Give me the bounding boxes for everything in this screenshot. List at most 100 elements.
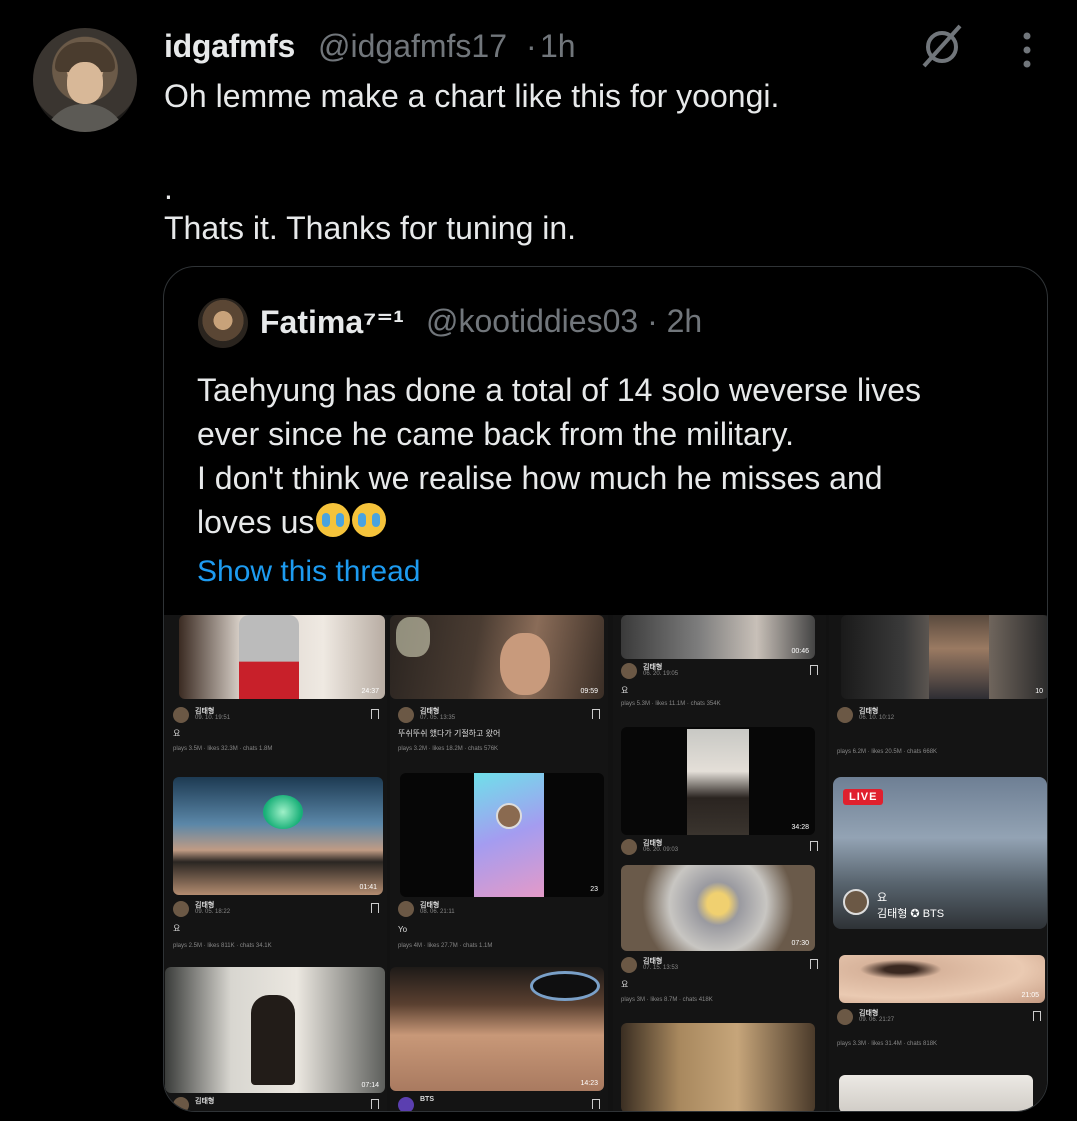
live-thumbnail: LIVE 요 김태형 ✪ BTS bbox=[833, 777, 1047, 929]
duration-label: 24:37 bbox=[361, 688, 379, 695]
live-tile[interactable]: 24:37 김태형 09. 10. 19:51 요 plays 3.5M · l… bbox=[165, 615, 387, 765]
media-column: 24:37 김태형 09. 10. 19:51 요 plays 3.5M · l… bbox=[165, 615, 387, 1111]
author-name[interactable]: idgafmfs bbox=[164, 28, 295, 65]
live-meta: 김태형 06. 10. 10:12 bbox=[837, 707, 1041, 725]
avatar bbox=[173, 707, 189, 723]
tweet-text-line: Oh lemme make a chart like this for yoon… bbox=[164, 78, 780, 114]
avatar-face bbox=[67, 62, 103, 104]
quoted-media-image[interactable]: 24:37 김태형 09. 10. 19:51 요 plays 3.5M · l… bbox=[164, 615, 1047, 1111]
live-tile[interactable] bbox=[829, 1073, 1047, 1111]
live-meta: 김태형 08. 06. 21:11 bbox=[398, 901, 600, 919]
live-meta: 김태형 06. 20. 09:03 bbox=[621, 839, 818, 857]
live-date: 08. 06. 21:11 bbox=[420, 909, 455, 915]
live-stats: plays 6.2M · likes 20.5M · chats 668K bbox=[837, 749, 938, 755]
author-avatar[interactable] bbox=[33, 28, 137, 132]
live-tile[interactable]: 14:23 BTS bbox=[390, 967, 608, 1111]
duration-label: 09:59 bbox=[580, 688, 598, 695]
live-date: 09. 05. 18:22 bbox=[195, 909, 231, 915]
live-tile[interactable]: 34:28 김태형 06. 20. 09:03 bbox=[613, 725, 826, 861]
bookmark-icon[interactable] bbox=[810, 959, 818, 969]
avatar bbox=[837, 707, 853, 723]
bookmark-icon[interactable] bbox=[1033, 1011, 1041, 1021]
live-tile[interactable]: 07:14 김태형 bbox=[165, 967, 387, 1111]
live-meta: 김태형 06. 20. 19:05 bbox=[621, 663, 818, 681]
bookmark-icon[interactable] bbox=[810, 841, 818, 851]
live-caption: 요 bbox=[621, 686, 629, 695]
live-meta: 김태형 09. 10. 19:51 bbox=[173, 707, 379, 725]
avatar bbox=[621, 957, 637, 973]
bookmark-icon[interactable] bbox=[592, 1099, 600, 1109]
quoted-text-line: loves us bbox=[197, 500, 387, 544]
show-thread-link[interactable]: Show this thread bbox=[197, 555, 420, 589]
live-thumbnail: 09:59 bbox=[390, 615, 604, 699]
tweet-time[interactable]: 1h bbox=[540, 28, 576, 65]
avatar bbox=[621, 839, 637, 855]
quoted-author-handle[interactable]: @kootiddies03 · 2h bbox=[426, 303, 702, 340]
duration-label: 14:23 bbox=[580, 1080, 598, 1087]
live-date: 06. 20. 09:03 bbox=[643, 847, 679, 853]
quoted-author-avatar[interactable] bbox=[198, 298, 248, 348]
live-tile[interactable]: 00:46 김태형 06. 20. 19:05 요 plays 5.3M · l… bbox=[613, 615, 826, 719]
bookmark-icon[interactable] bbox=[371, 903, 379, 913]
live-tile[interactable]: 09:59 김태형 07. 05. 13:35 뚜쉬뚜쉬 했다가 기절하고 왔어… bbox=[390, 615, 608, 765]
live-stats: plays 3.2M · likes 18.2M · chats 576K bbox=[398, 746, 499, 752]
more-icon[interactable] bbox=[1010, 28, 1044, 72]
bookmark-icon[interactable] bbox=[810, 665, 818, 675]
grok-icon[interactable] bbox=[918, 22, 966, 70]
live-tile[interactable]: 01:41 김태형 09. 05. 18:22 요 plays 2.5M · l… bbox=[165, 773, 387, 963]
live-tile[interactable]: 10 김태형 06. 10. 10:12 plays 6.2M · likes … bbox=[829, 615, 1047, 765]
live-stats: plays 5.3M · likes 11.1M · chats 354K bbox=[621, 701, 721, 707]
quoted-tweet[interactable]: Fatima⁷⁼¹ @kootiddies03 · 2h Taehyung ha… bbox=[163, 266, 1048, 1112]
live-badge: LIVE bbox=[843, 789, 884, 805]
media-column: 10 김태형 06. 10. 10:12 plays 6.2M · likes … bbox=[829, 615, 1047, 1111]
quoted-text-line: ever since he came back from the militar… bbox=[197, 416, 794, 452]
avatar bbox=[843, 889, 869, 915]
live-meta: BTS bbox=[398, 1096, 600, 1111]
bookmark-icon[interactable] bbox=[371, 709, 379, 719]
live-meta: 김태형 09. 05. 18:22 bbox=[173, 901, 379, 919]
live-meta: 김태형 07. 15. 13:53 bbox=[621, 957, 818, 975]
quoted-text-tail: loves us bbox=[197, 504, 315, 540]
avatar-body bbox=[43, 104, 127, 132]
quoted-author-name[interactable]: Fatima⁷⁼¹ bbox=[260, 303, 404, 341]
live-card[interactable]: LIVE 요 김태형 ✪ BTS bbox=[829, 777, 1047, 929]
live-caption: 뚜쉬뚜쉬 했다가 기절하고 왔어 bbox=[398, 729, 501, 738]
live-date: 09. 06. 21:27 bbox=[859, 1017, 895, 1023]
live-thumbnail bbox=[839, 1075, 1033, 1111]
live-thumbnail: 24:37 bbox=[179, 615, 385, 699]
duration-label: 23 bbox=[590, 886, 598, 893]
avatar bbox=[621, 663, 637, 679]
live-tile[interactable]: 23 김태형 08. 06. 21:11 Yo plays 4M · likes… bbox=[390, 773, 608, 963]
author-handle[interactable]: @idgafmfs17 bbox=[318, 28, 507, 65]
live-date: 06. 20. 19:05 bbox=[643, 671, 679, 677]
live-date: 07. 05. 13:35 bbox=[420, 715, 456, 721]
bookmark-icon[interactable] bbox=[592, 709, 600, 719]
live-meta: 김태형 bbox=[173, 1097, 379, 1111]
live-tile[interactable]: 21:05 김태형 09. 06. 21:27 plays 3.3M · lik… bbox=[829, 955, 1047, 1059]
quoted-text-line: Taehyung has done a total of 14 solo wev… bbox=[197, 372, 922, 408]
live-thumbnail bbox=[621, 1023, 815, 1111]
duration-label: 34:28 bbox=[791, 824, 809, 831]
media-column: 00:46 김태형 06. 20. 19:05 요 plays 5.3M · l… bbox=[613, 615, 826, 1111]
duration-label: 07:14 bbox=[361, 1082, 379, 1089]
live-thumbnail: 14:23 bbox=[390, 967, 604, 1091]
live-thumbnail: 21:05 bbox=[839, 955, 1045, 1003]
avatar bbox=[398, 707, 414, 723]
duration-label: 01:41 bbox=[359, 884, 377, 891]
live-tile[interactable]: 07:30 김태형 07. 15. 13:53 요 plays 3M · lik… bbox=[613, 865, 826, 1011]
live-thumbnail: 07:30 bbox=[621, 865, 815, 951]
media-column: 09:59 김태형 07. 05. 13:35 뚜쉬뚜쉬 했다가 기절하고 왔어… bbox=[390, 615, 608, 1111]
live-caption: Yo bbox=[398, 925, 408, 934]
streamer-name: BTS bbox=[420, 1096, 434, 1103]
tweet-text-line: . bbox=[164, 170, 173, 206]
avatar bbox=[173, 1097, 189, 1111]
loudly-crying-emoji-icon bbox=[352, 503, 387, 537]
live-stats: plays 3.3M · likes 31.4M · chats 818K bbox=[837, 1041, 938, 1047]
live-tile[interactable] bbox=[613, 1019, 826, 1111]
bookmark-icon[interactable] bbox=[371, 1099, 379, 1109]
duration-label: 07:30 bbox=[791, 940, 809, 947]
live-stats: plays 3M · likes 8.7M · chats 418K bbox=[621, 997, 713, 1003]
loudly-crying-emoji-icon bbox=[316, 503, 351, 537]
avatar bbox=[837, 1009, 853, 1025]
live-thumbnail: 00:46 bbox=[621, 615, 815, 659]
